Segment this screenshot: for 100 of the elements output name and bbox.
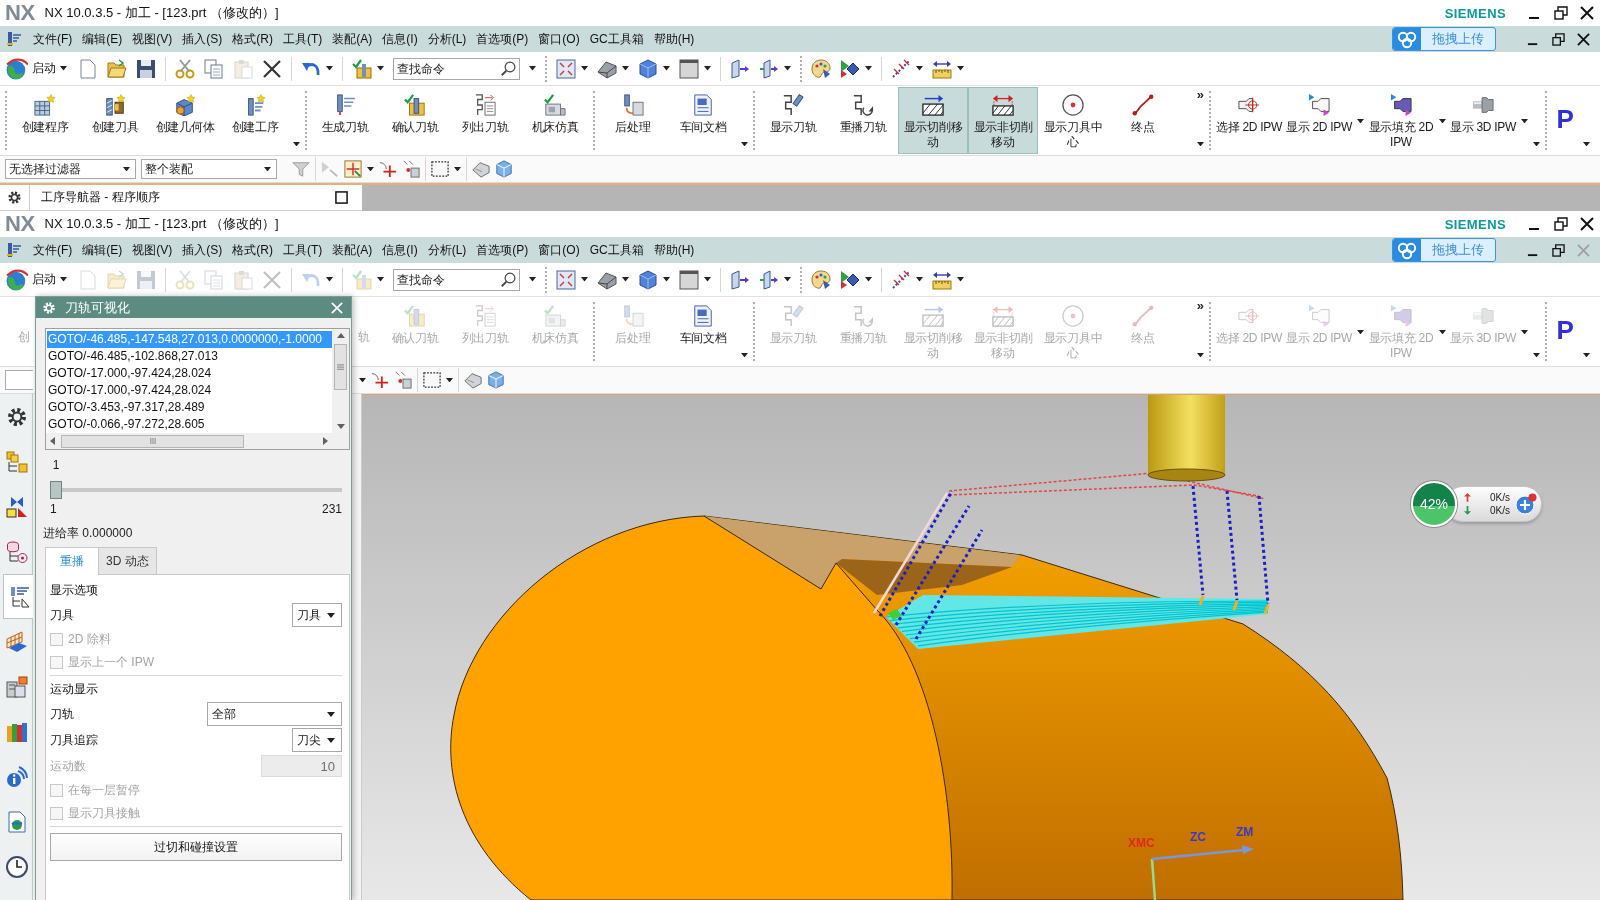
ribbon-button[interactable]: 创建程序 [10,87,80,154]
arrow-right-icon[interactable] [323,437,328,445]
ribbon-button[interactable]: 显示非切削移动 [968,87,1038,154]
caret-icon[interactable] [1356,119,1364,124]
listing-row[interactable]: GOTO/-17.000,-97.424,28.024 [47,382,332,399]
shaded-part-icon[interactable] [472,160,490,178]
caret-icon[interactable] [1583,141,1590,146]
ribbon-button[interactable]: 创建刀具 [80,87,150,154]
close-icon[interactable] [1577,32,1590,46]
settings-button[interactable]: 过切和碰撞设置 [50,833,342,861]
palette-icon[interactable] [811,269,831,290]
caret-icon[interactable] [529,66,536,71]
ribbon-button[interactable]: 终点 [1108,87,1178,154]
listing-box[interactable]: GOTO/-46.485,-147.548,27.013,0.0000000,-1.0000 GOTO/-46.485,-102.868,27.013 GOTO/-17.000,-97.424,28.024 GOTO/-17.000,-97.424,28.024 GOTO/-3.453,-97.317,28.489 GOTO/-0.066,-97.272,28.605 [45,328,350,450]
caret-icon[interactable] [1197,141,1204,146]
ruler-icon[interactable] [932,269,952,290]
caret-icon[interactable] [1520,119,1528,124]
menu-item[interactable]: 文件(F) [28,30,78,48]
caret-icon[interactable] [326,277,333,282]
plus-icon[interactable] [1515,493,1537,515]
ribbon-button[interactable]: 生成刀轨 [310,87,380,154]
check-parts-icon[interactable] [352,58,372,79]
ribbon-button[interactable]: 选择 2D IPW [1214,87,1284,154]
box-select-icon[interactable] [423,371,441,389]
dropdown[interactable]: 刀尖 [292,728,342,752]
menu-item[interactable]: 首选项(P) [471,30,534,48]
caret-icon[interactable] [367,166,374,172]
filter-dropdown[interactable]: 无选择过滤器 [5,159,136,179]
tab[interactable]: 重播 [45,547,99,575]
ribbon-button[interactable]: 重播刀轨 [828,87,898,154]
window-frame-icon[interactable] [679,269,699,290]
search-field[interactable]: 查找命令 [393,268,520,291]
caret-icon[interactable] [865,277,872,282]
caret-icon[interactable] [957,66,964,71]
caret-icon[interactable] [446,377,453,383]
panel-arrow-icon[interactable] [759,269,779,290]
ribbon-button[interactable]: 显示填充 2D IPW [1366,87,1436,154]
start-button[interactable]: 启动 [4,55,69,82]
shaded-part-icon[interactable] [597,269,617,290]
cube-icon[interactable] [487,371,505,389]
menu-item[interactable]: 文件(F) [28,241,78,259]
listing-row[interactable]: GOTO/-0.066,-97.272,28.605 [47,416,332,433]
crosshair-box-icon[interactable] [344,160,362,178]
close-icon[interactable] [1580,217,1594,231]
caret-icon[interactable] [326,66,333,71]
caret-icon[interactable] [581,277,588,282]
menu-item[interactable]: 分析(L) [422,241,472,259]
box-select-icon[interactable] [431,160,449,178]
caret-icon[interactable] [916,66,923,71]
overflow-button[interactable]: » [1196,88,1204,102]
ribbon-button[interactable]: 机床仿真 [520,87,590,154]
caret-icon[interactable] [957,277,964,282]
caret-icon[interactable] [865,66,872,71]
triangle-diamond-icon[interactable] [840,58,860,79]
menu-item[interactable]: 窗口(O) [533,241,585,259]
menu-item[interactable]: 格式(R) [227,30,278,48]
caret-icon[interactable] [359,377,366,383]
scrollbar-thumb[interactable] [334,344,347,390]
scrollbar-thumb[interactable] [61,434,244,448]
tool-icon[interactable] [6,31,22,47]
menu-item[interactable]: 工具(T) [278,30,328,48]
panel-arrow-icon[interactable] [759,58,779,79]
caret-icon[interactable] [454,166,461,172]
caret-icon[interactable] [784,277,791,282]
ribbon-button[interactable]: P [1550,87,1580,154]
usage-gauge[interactable]: 42% [1411,481,1457,527]
horizontal-scrollbar[interactable] [46,433,332,449]
copy-icon[interactable] [204,58,224,79]
scissors-icon[interactable] [175,58,195,79]
tab[interactable]: 3D 动态 [98,547,157,575]
ribbon-button[interactable]: 车间文档 [668,298,738,365]
dropdown[interactable]: 全部 [207,702,342,726]
ribbon-button[interactable]: 显示 3D IPW [1448,87,1518,154]
dotted-line-icon[interactable] [891,269,911,290]
palette-icon[interactable] [811,58,831,79]
caret-icon[interactable] [293,141,300,146]
triangle-diamond-icon[interactable] [840,269,860,290]
ribbon-button[interactable]: P [1550,298,1580,365]
restore-icon[interactable] [1554,217,1568,231]
caret-icon[interactable] [581,66,588,71]
caret-icon[interactable] [916,277,923,282]
dotted-line-icon[interactable] [891,58,911,79]
dropdown[interactable]: 刀具 [292,603,342,627]
ribbon-button[interactable]: 显示刀轨 [758,87,828,154]
cube-icon[interactable] [638,269,658,290]
menu-item[interactable]: 插入(S) [177,30,228,48]
ribbon-button[interactable]: 显示切削移动 [898,87,968,154]
ribbon-button[interactable]: 显示刀具中心 [1038,87,1108,154]
save-icon[interactable] [136,58,156,79]
close-icon[interactable] [1580,6,1594,20]
caret-icon[interactable] [784,66,791,71]
menu-item[interactable]: 格式(R) [227,241,278,259]
listing-row[interactable]: GOTO/-46.485,-102.868,27.013 [47,348,332,365]
ribbon-button[interactable]: 后处理 [598,87,668,154]
menu-item[interactable]: GC工具箱 [584,241,649,259]
point-box-icon[interactable] [402,160,420,178]
crosshair-icon[interactable] [379,160,397,178]
caret-icon[interactable] [377,277,384,282]
menu-item[interactable]: 信息(I) [377,30,423,48]
menu-item[interactable]: 信息(I) [377,241,423,259]
